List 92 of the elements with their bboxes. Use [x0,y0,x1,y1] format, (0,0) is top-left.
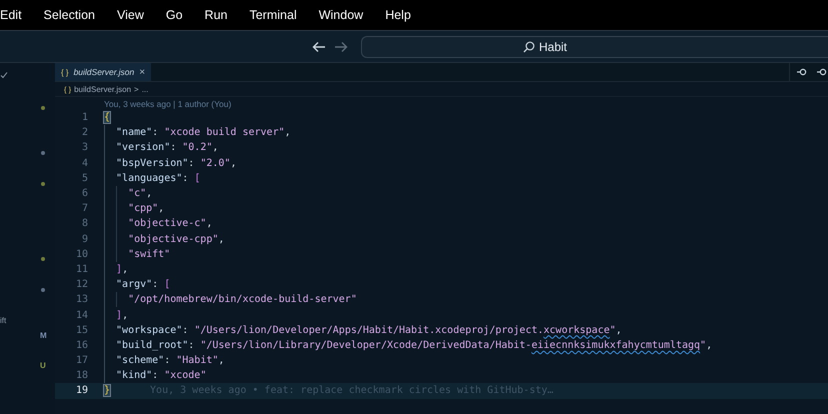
menu-item[interactable]: Go [154,8,194,22]
code-token: "/opt/homebrew/bin/xcode-build-server" [128,294,357,306]
code-token: : [152,127,160,138]
menu-item[interactable]: Help [374,8,422,22]
git-status-letter: U [40,361,46,370]
code-token: , [230,158,236,169]
line-number: 3 [80,142,89,154]
line-number: 11 [74,264,89,275]
line-number: 19 [74,385,89,396]
menu-item[interactable]: Edit [0,8,33,22]
menu-item[interactable]: Run [194,8,238,22]
code-token: "Habit" [176,355,218,366]
editor-tab[interactable]: { } buildServer.json × [55,63,152,81]
code-token: "2.0" [200,158,230,169]
menu-item[interactable]: Selection [32,8,106,22]
blame-annotation[interactable]: You, 3 weeks ago | 1 author (You) [55,98,828,110]
code-token: "workspace" [116,324,182,336]
code-token: , [122,264,128,275]
code-token: "languages" [116,172,182,184]
code-token: : [170,142,178,154]
git-status-letter: M [40,330,47,340]
line-number: 13 [74,294,89,306]
code-token: "argv" [116,279,152,290]
menu-item[interactable]: Window [308,8,374,22]
code-token: [ [164,279,170,290]
code-token: : [182,172,190,184]
code-token: , [218,355,224,366]
menu-item[interactable]: View [106,8,155,22]
code-token: "0.2" [182,142,212,154]
code-token: : [188,340,196,351]
code-token: "scheme" [116,355,164,366]
line-number: 4 [80,158,89,169]
line-number: 14 [74,310,89,321]
back-arrow-icon[interactable] [312,40,326,52]
git-compare-icon[interactable] [796,68,808,76]
code-token: : [164,355,172,366]
code-token: ] [116,264,122,275]
code-token: " [610,324,616,336]
search-icon [522,40,535,52]
code-token: } [104,385,110,396]
code-token: { [104,112,110,124]
line-number: 15 [74,324,89,336]
code-token: "build_root" [116,340,188,351]
code-token: "/Users/lion/Developer/Apps/Habit/Habit.xcodeproj/project. [194,324,544,336]
code-token: : [182,324,190,336]
code-token: , [212,142,218,154]
code-token: "objective-cpp" [128,234,218,245]
line-number: 18 [74,370,89,382]
code-token: "/Users/lion/Library/Developer/Xcode/DerivedData/Habit- [200,340,532,351]
line-number: 1 [80,112,89,124]
file-name[interactable]: ift [0,316,6,325]
misspelled-word: eiiecnnksimukxfahycmtumltagq [531,340,700,351]
line-number: 8 [80,218,89,230]
line-number: 6 [80,188,89,200]
line-number: 7 [80,203,89,214]
code-token: [ [194,172,200,184]
line-number: 16 [74,340,89,351]
line-number: 17 [74,355,89,366]
code-token: " [700,340,706,351]
line-number: 9 [80,234,89,245]
code-token: "name" [116,127,152,138]
code-token: "xcode build server" [164,127,285,138]
code-token: "cpp" [128,203,158,214]
line-number: 10 [74,248,89,260]
search-field[interactable]: Habit [361,36,828,58]
code-token: ] [116,310,122,321]
menu-item[interactable]: Terminal [238,8,308,22]
code-token: : [152,370,160,382]
check-icon[interactable] [0,70,8,78]
code-token: , [284,127,291,138]
code-token: : [152,279,160,290]
code-token: "xcode" [164,370,206,382]
code-token: , [616,324,622,336]
code-token: , [158,203,164,214]
line-number: 12 [74,279,89,290]
code-token: , [206,218,212,230]
code-token: "version" [116,142,170,154]
code-token: , [218,234,224,245]
code-token: "bspVersion" [116,158,188,169]
code-token: "kind" [116,370,152,382]
git-compare-icon[interactable] [816,68,828,76]
code-token: "objective-c" [128,218,206,230]
line-number: 2 [80,127,89,138]
code-token: , [706,340,712,351]
misspelled-word: xcworkspace [544,324,610,336]
forward-arrow-icon[interactable] [334,40,348,52]
code-token: "c" [128,188,146,200]
code-token: , [146,188,152,200]
code-token: "swift" [128,248,170,260]
line-number: 5 [80,172,89,184]
code-token: : [188,158,196,169]
code-token: , [122,310,128,321]
